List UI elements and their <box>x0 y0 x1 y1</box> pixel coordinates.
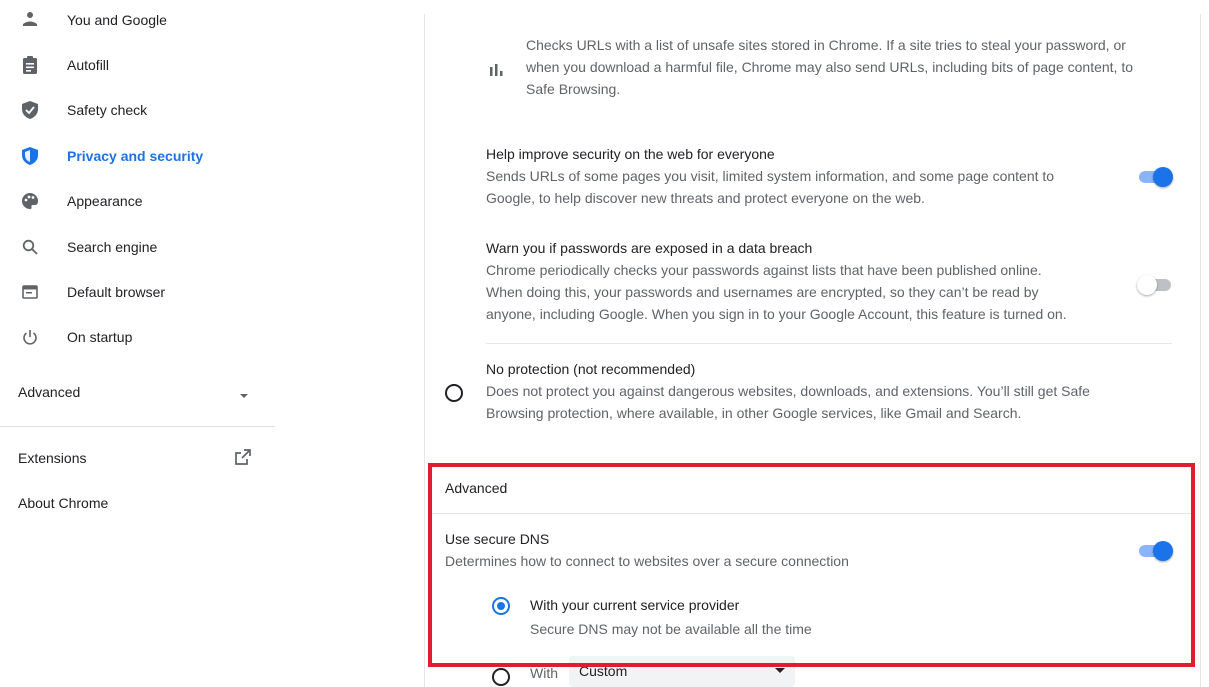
current-provider-radio[interactable] <box>492 597 510 615</box>
sidebar-item-label: Safety check <box>67 102 148 118</box>
desc-line: Google, to help discover new threats and… <box>486 190 925 206</box>
sidebar-advanced[interactable]: Advanced <box>18 384 80 400</box>
settings-page: You and Google Autofill Safety check Pri… <box>0 0 1209 687</box>
custom-provider-label: With <box>530 665 558 681</box>
toggle-knob <box>1137 275 1157 295</box>
desc-line: Does not protect you against dangerous w… <box>486 383 1090 399</box>
desc-line: Chrome periodically checks your password… <box>486 262 1042 278</box>
sidebar-about-chrome[interactable]: About Chrome <box>18 495 108 511</box>
row-divider <box>486 343 1172 344</box>
sidebar-item-label: Default browser <box>67 284 166 300</box>
desc-line: Checks URLs with a list of unsafe sites … <box>526 37 1126 53</box>
current-provider-description: Secure DNS may not be available all the … <box>530 621 812 637</box>
sidebar-item-label: You and Google <box>67 12 167 28</box>
desc-line: Browsing protection, where available, in… <box>486 405 1022 421</box>
person-icon <box>20 10 40 30</box>
warn-passwords-description: Chrome periodically checks your password… <box>486 259 1126 325</box>
secure-dns-description: Determines how to connect to websites ov… <box>445 553 849 569</box>
help-improve-toggle[interactable] <box>1139 167 1173 187</box>
warn-passwords-title: Warn you if passwords are exposed in a d… <box>486 240 813 256</box>
sidebar-item-you-and-google[interactable]: You and Google <box>0 0 275 40</box>
chevron-down-icon[interactable] <box>238 392 250 400</box>
secure-dns-title: Use secure DNS <box>445 531 550 547</box>
shield-check-icon <box>20 100 40 120</box>
caret-down-icon <box>775 668 785 673</box>
sidebar-item-autofill[interactable]: Autofill <box>0 45 275 85</box>
warn-passwords-toggle[interactable] <box>1137 275 1171 295</box>
sidebar-item-label: Autofill <box>67 57 110 73</box>
sidebar-item-label: On startup <box>67 329 133 345</box>
shield-icon <box>20 146 40 166</box>
secure-dns-toggle[interactable] <box>1139 541 1173 561</box>
sidebar-item-label: Search engine <box>67 239 158 255</box>
settings-card <box>424 14 1201 687</box>
sidebar-item-search-engine[interactable]: Search engine <box>0 227 275 267</box>
sidebar-item-label: Appearance <box>67 193 143 209</box>
help-improve-description: Sends URLs of some pages you visit, limi… <box>486 165 1106 209</box>
sidebar-item-label: Privacy and security <box>67 148 204 164</box>
search-icon <box>20 237 40 257</box>
sidebar: You and Google Autofill Safety check Pri… <box>0 0 275 687</box>
advanced-section-header: Advanced <box>445 480 508 496</box>
sidebar-item-default-browser[interactable]: Default browser <box>0 272 275 312</box>
no-protection-title: No protection (not recommended) <box>486 361 696 377</box>
desc-line: When doing this, your passwords and user… <box>486 284 1039 300</box>
dropdown-value: Custom <box>579 663 628 679</box>
custom-provider-radio[interactable] <box>492 668 510 686</box>
desc-line: Safe Browsing. <box>526 81 621 97</box>
sidebar-divider <box>0 426 275 427</box>
power-icon <box>20 327 40 347</box>
palette-icon <box>20 191 40 211</box>
help-improve-title: Help improve security on the web for eve… <box>486 146 775 162</box>
sidebar-item-on-startup[interactable]: On startup <box>0 317 275 357</box>
sidebar-item-appearance[interactable]: Appearance <box>0 181 275 221</box>
clipboard-icon <box>20 55 40 75</box>
browser-window-icon <box>20 282 40 302</box>
desc-line: anyone, including Google. When you sign … <box>486 306 1067 322</box>
standard-protection-description: Checks URLs with a list of unsafe sites … <box>526 34 1186 100</box>
external-link-icon[interactable] <box>234 448 252 466</box>
toggle-knob <box>1153 541 1173 561</box>
toggle-knob <box>1153 167 1173 187</box>
custom-provider-dropdown[interactable]: Custom <box>569 656 795 687</box>
sidebar-extensions[interactable]: Extensions <box>18 450 86 466</box>
no-protection-radio[interactable] <box>445 384 463 402</box>
no-protection-description: Does not protect you against dangerous w… <box>486 380 1176 424</box>
sidebar-item-safety-check[interactable]: Safety check <box>0 90 275 130</box>
row-divider <box>430 513 1192 514</box>
sidebar-item-privacy-and-security[interactable]: Privacy and security <box>0 136 275 176</box>
current-provider-title: With your current service provider <box>530 597 740 613</box>
bar-chart-icon <box>490 64 503 76</box>
desc-line: when you download a harmful file, Chrome… <box>526 59 1134 75</box>
desc-line: Sends URLs of some pages you visit, limi… <box>486 168 1055 184</box>
